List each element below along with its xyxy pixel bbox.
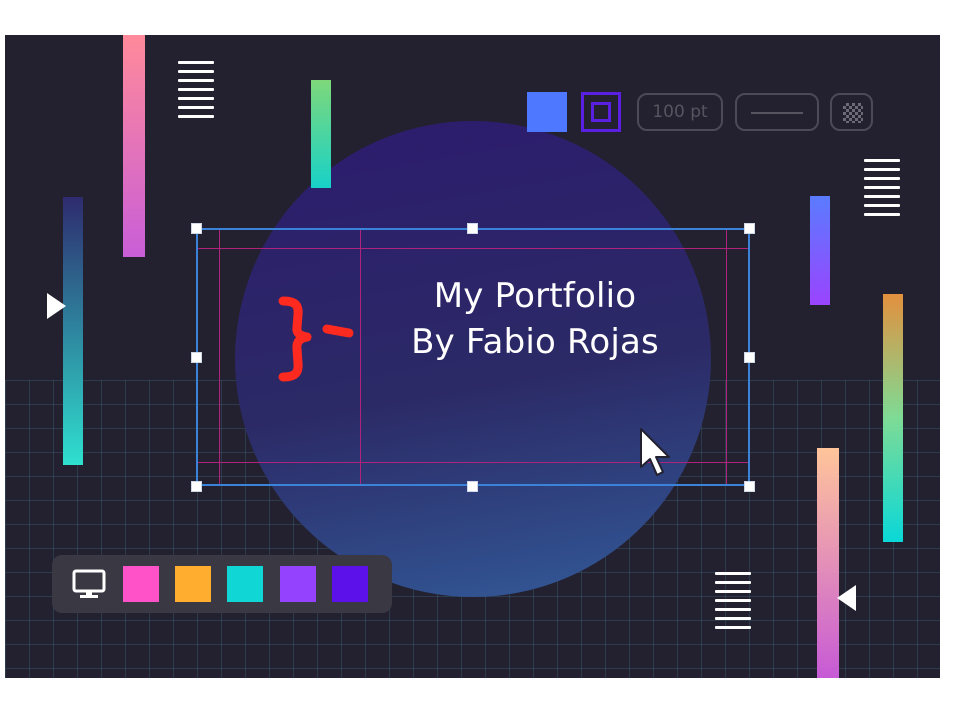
fill-swatch[interactable]: [527, 92, 567, 132]
line-style-button[interactable]: [735, 93, 819, 131]
color-swatch-orange[interactable]: [175, 566, 211, 602]
resize-handle-right[interactable]: [744, 352, 755, 363]
color-swatch-violet[interactable]: [280, 566, 316, 602]
decor-bar-orange-teal: [883, 294, 903, 542]
triangle-right-icon: [47, 293, 66, 319]
guide-line-left: [219, 230, 220, 484]
color-swatch-pink[interactable]: [123, 566, 159, 602]
decor-bar-green: [311, 80, 331, 188]
color-swatch-indigo[interactable]: [332, 566, 368, 602]
design-canvas[interactable]: 100 pt My Portfolio By Fabio Rojas: [5, 35, 940, 678]
title-line-2: By Fabio Rojas: [411, 322, 659, 362]
guide-line-mid: [360, 230, 361, 484]
title-line-1: My Portfolio: [433, 276, 637, 316]
resize-handle-bottom-right[interactable]: [744, 481, 755, 492]
color-palette: [52, 555, 392, 613]
monitor-icon[interactable]: [72, 567, 106, 601]
resize-handle-bottom[interactable]: [467, 481, 478, 492]
properties-toolbar: 100 pt: [525, 90, 885, 134]
resize-handle-top[interactable]: [467, 223, 478, 234]
resize-handle-bottom-left[interactable]: [191, 481, 202, 492]
triangle-left-icon: [837, 585, 856, 611]
brace-logo-icon: [278, 296, 354, 382]
stroke-size-value: 100 pt: [652, 102, 708, 122]
mouse-cursor-icon: [640, 428, 670, 476]
resize-handle-top-right[interactable]: [744, 223, 755, 234]
guide-line-right: [726, 230, 727, 484]
portfolio-title[interactable]: My Portfolio By Fabio Rojas: [385, 273, 685, 365]
decor-bar-peach-pink: [817, 448, 839, 678]
decor-bar-pink: [123, 35, 145, 257]
transparency-icon: [843, 103, 863, 123]
guide-line-top: [198, 248, 748, 249]
transparency-button[interactable]: [830, 93, 873, 131]
decor-bar-purple: [810, 196, 830, 305]
stroke-swatch[interactable]: [581, 92, 621, 132]
decor-lines-top: [178, 61, 214, 124]
line-style-icon: [751, 112, 803, 114]
resize-handle-top-left[interactable]: [191, 223, 202, 234]
resize-handle-left[interactable]: [191, 352, 202, 363]
decor-lines-bottom: [715, 572, 751, 635]
decor-bar-teal-left: [63, 197, 83, 465]
stroke-size-field[interactable]: 100 pt: [637, 93, 723, 131]
decor-lines-right: [864, 159, 900, 222]
color-swatch-teal[interactable]: [227, 566, 263, 602]
